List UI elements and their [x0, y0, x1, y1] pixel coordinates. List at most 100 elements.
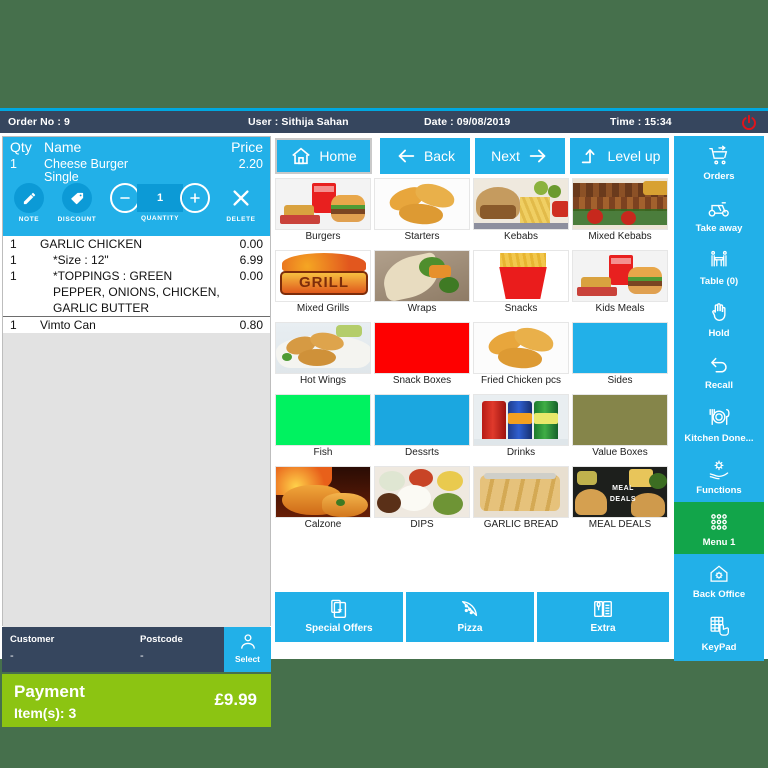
plus-icon [180, 183, 210, 213]
selected-item-name-text: Cheese Burger [44, 157, 129, 171]
sidebar-item-recall[interactable]: Recall [674, 345, 764, 400]
category-tile[interactable]: Kebabs [473, 178, 569, 243]
power-icon[interactable] [740, 114, 758, 132]
select-customer-button[interactable]: Select [224, 627, 271, 672]
order-line-name: GARLIC CHICKEN [40, 237, 143, 251]
category-label: Sides [607, 375, 633, 386]
category-tile[interactable]: MEAL DEALS MEAL DEALS [572, 466, 668, 531]
selected-item-subname: Single [44, 170, 79, 184]
category-image [374, 178, 470, 230]
category-tile[interactable]: Value Boxes [572, 394, 668, 459]
keypad-hand-icon [674, 611, 764, 642]
category-label: Wraps [407, 303, 437, 314]
column-name: Name [44, 139, 82, 155]
category-image [473, 178, 569, 230]
tag-icon [62, 183, 92, 213]
category-tile[interactable]: Snacks [473, 250, 569, 315]
item-action-bar: NOTE DISCOUNT 1 QUANTITY DELETE [3, 183, 270, 235]
category-image [275, 466, 371, 518]
order-line-qty: 1 [10, 318, 17, 332]
sidebar-item-orders[interactable]: Orders [674, 136, 764, 190]
category-tile[interactable]: Snack Boxes [374, 322, 470, 387]
next-label: Next [491, 148, 520, 164]
category-label: GARLIC BREAD [483, 519, 559, 530]
selected-item-name: Cheese Burger Single [44, 158, 239, 184]
category-label: Hot Wings [299, 375, 347, 386]
sidebar-item-kitchen-done[interactable]: Kitchen Done... [674, 397, 764, 452]
sidebar-item-table-0[interactable]: Table (0) [674, 240, 764, 295]
level-up-label: Level up [607, 148, 661, 164]
category-image [473, 322, 569, 374]
sidebar-item-label: KeyPad [701, 641, 737, 653]
category-image [572, 322, 668, 374]
special-offers-button[interactable]: Special Offers [275, 592, 403, 642]
order-line[interactable]: 1 *TOPPINGS : GREEN PEPPER, ONIONS, CHICK… [3, 268, 270, 316]
category-tile[interactable]: Starters [374, 178, 470, 243]
next-button[interactable]: Next [475, 138, 565, 174]
category-image [374, 322, 470, 374]
quantity-increase-button[interactable] [173, 183, 217, 213]
pizza-slice-icon [406, 597, 534, 621]
order-line[interactable]: 1 *Size : 12" 6.99 [3, 252, 270, 268]
selected-item-qty: 1 [10, 157, 17, 171]
payment-amount: £9.99 [214, 690, 257, 709]
extra-button[interactable]: Extra [537, 592, 669, 642]
delete-label: DELETE [226, 216, 256, 223]
category-image [275, 178, 371, 230]
status-bar: Order No : 9 User : Sithija Sahan Date :… [0, 108, 768, 133]
category-tile[interactable]: Kids Meals [572, 250, 668, 315]
category-tile[interactable]: Fish [275, 394, 371, 459]
category-tile[interactable]: Hot Wings [275, 322, 371, 387]
pizza-button[interactable]: Pizza [406, 592, 534, 642]
category-image [572, 394, 668, 446]
discount-button[interactable]: DISCOUNT [48, 183, 106, 223]
note-button[interactable]: NOTE [9, 183, 49, 223]
sidebar-item-menu-1[interactable]: Menu 1 [674, 502, 764, 557]
selected-order-item[interactable]: 1 Cheese Burger Single 2.20 NOTE DISCOUN… [3, 157, 270, 236]
order-line[interactable]: 1 Vimto Can 0.80 [3, 316, 270, 333]
home-button[interactable]: Home [275, 138, 372, 174]
customer-details[interactable]: Customer - Postcode - [2, 627, 224, 672]
category-tile[interactable]: Dessrts [374, 394, 470, 459]
category-tile[interactable]: DIPS [374, 466, 470, 531]
sidebar-item-functions[interactable]: Functions [674, 449, 764, 504]
sidebar-item-label: Table (0) [699, 275, 739, 287]
grid-dots-icon [674, 506, 764, 537]
quantity-label: QUANTITY [140, 215, 180, 222]
order-line-price: 0.00 [239, 269, 263, 283]
home-icon [290, 145, 312, 167]
category-tile[interactable]: Drinks [473, 394, 569, 459]
category-tile[interactable]: Calzone [275, 466, 371, 531]
sidebar-item-hold[interactable]: Hold [674, 292, 764, 347]
order-line-list: 1 GARLIC CHICKEN 0.00 1 *Size : 12" 6.99 1 *TOP… [3, 236, 270, 333]
category-label: Starters [404, 231, 440, 242]
category-image [374, 394, 470, 446]
table-chairs-icon [674, 245, 764, 276]
sidebar-item-keypad[interactable]: KeyPad [674, 606, 764, 661]
payment-items: Item(s): 3 [14, 705, 77, 721]
order-line[interactable]: 1 GARLIC CHICKEN 0.00 [3, 236, 270, 252]
category-label: Mixed Kebabs [588, 231, 652, 242]
close-icon [217, 183, 265, 213]
delete-button[interactable]: DELETE [217, 183, 265, 223]
category-image [374, 250, 470, 302]
category-tile[interactable]: Burgers [275, 178, 371, 243]
category-tile[interactable]: Fried Chicken pcs [473, 322, 569, 387]
category-tile[interactable]: Mixed Kebabs [572, 178, 668, 243]
order-line-name: *Size : 12" [53, 253, 109, 267]
category-tile[interactable]: GRILL Mixed Grills [275, 250, 371, 315]
house-gear-icon [674, 558, 764, 589]
sidebar-item-label: Menu 1 [702, 537, 736, 549]
category-tile[interactable]: Sides [572, 322, 668, 387]
back-button[interactable]: Back [380, 138, 470, 174]
category-tile[interactable]: GARLIC BREAD [473, 466, 569, 531]
category-image [572, 178, 668, 230]
sidebar-item-back-office[interactable]: Back Office [674, 554, 764, 609]
category-label: Fried Chicken pcs [480, 375, 562, 386]
category-tile[interactable]: Wraps [374, 250, 470, 315]
level-up-button[interactable]: Level up [570, 138, 669, 174]
sidebar-item-take-away[interactable]: Take away [674, 188, 764, 243]
select-label: Select [234, 654, 261, 664]
gear-hand-icon [674, 454, 764, 485]
payment-button[interactable]: Payment Item(s): 3 £9.99 [2, 674, 271, 727]
